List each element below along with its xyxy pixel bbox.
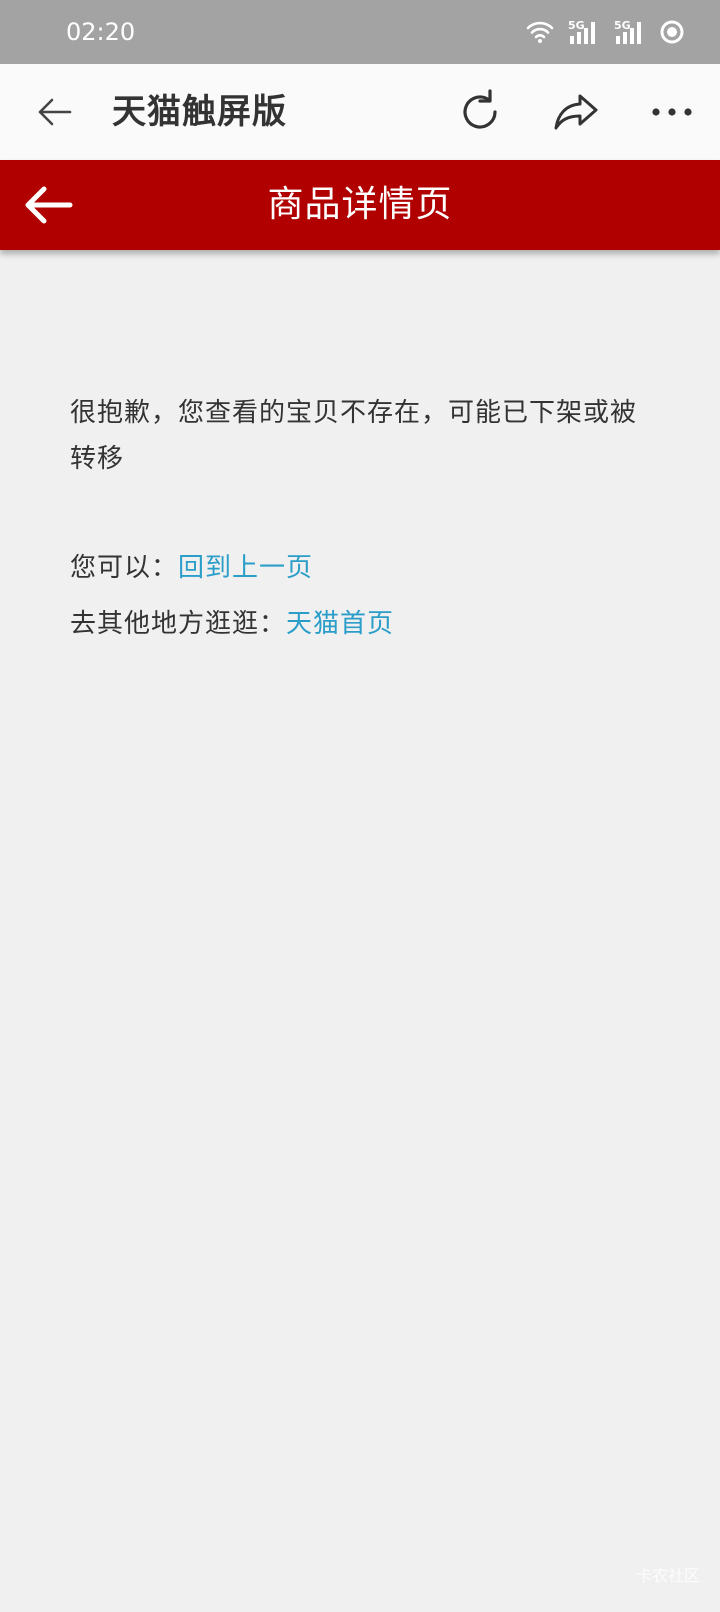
watermark: 卡农社区 bbox=[635, 1566, 700, 1585]
share-icon[interactable] bbox=[550, 86, 602, 138]
wifi-icon bbox=[526, 19, 554, 45]
page-header: 商品详情页 bbox=[0, 160, 720, 250]
browser-toolbar: 天猫触屏版 bbox=[0, 64, 720, 160]
status-time: 02:20 bbox=[66, 18, 136, 46]
dnd-icon bbox=[660, 20, 684, 44]
network-label: 5G bbox=[614, 19, 631, 32]
signal-5g-icon: 5G bbox=[614, 18, 646, 46]
go-back-link[interactable]: 回到上一页 bbox=[178, 553, 313, 583]
signal-5g-icon: 5G bbox=[568, 18, 600, 46]
status-icons: 5G 5G bbox=[526, 16, 684, 48]
option-go-back: 您可以：回到上一页 bbox=[70, 540, 650, 596]
status-bar: 02:20 5G 5G bbox=[0, 0, 720, 64]
network-label: 5G bbox=[568, 19, 585, 32]
option-browse: 去其他地方逛逛：天猫首页 bbox=[70, 596, 650, 652]
more-icon[interactable] bbox=[646, 86, 698, 138]
browser-title: 天猫触屏版 bbox=[112, 92, 287, 132]
header-back-arrow-icon[interactable] bbox=[22, 180, 76, 230]
refresh-icon[interactable] bbox=[454, 86, 506, 138]
back-arrow-icon[interactable] bbox=[30, 88, 78, 136]
option-browse-label: 去其他地方逛逛： bbox=[70, 609, 287, 639]
tmall-home-link[interactable]: 天猫首页 bbox=[286, 609, 394, 639]
error-content: 很抱歉，您查看的宝贝不存在，可能已下架或被转移 您可以：回到上一页 去其他地方逛… bbox=[70, 390, 650, 652]
error-message: 很抱歉，您查看的宝贝不存在，可能已下架或被转移 bbox=[70, 398, 638, 474]
option-go-back-label: 您可以： bbox=[70, 553, 179, 583]
page-title: 商品详情页 bbox=[267, 184, 453, 225]
